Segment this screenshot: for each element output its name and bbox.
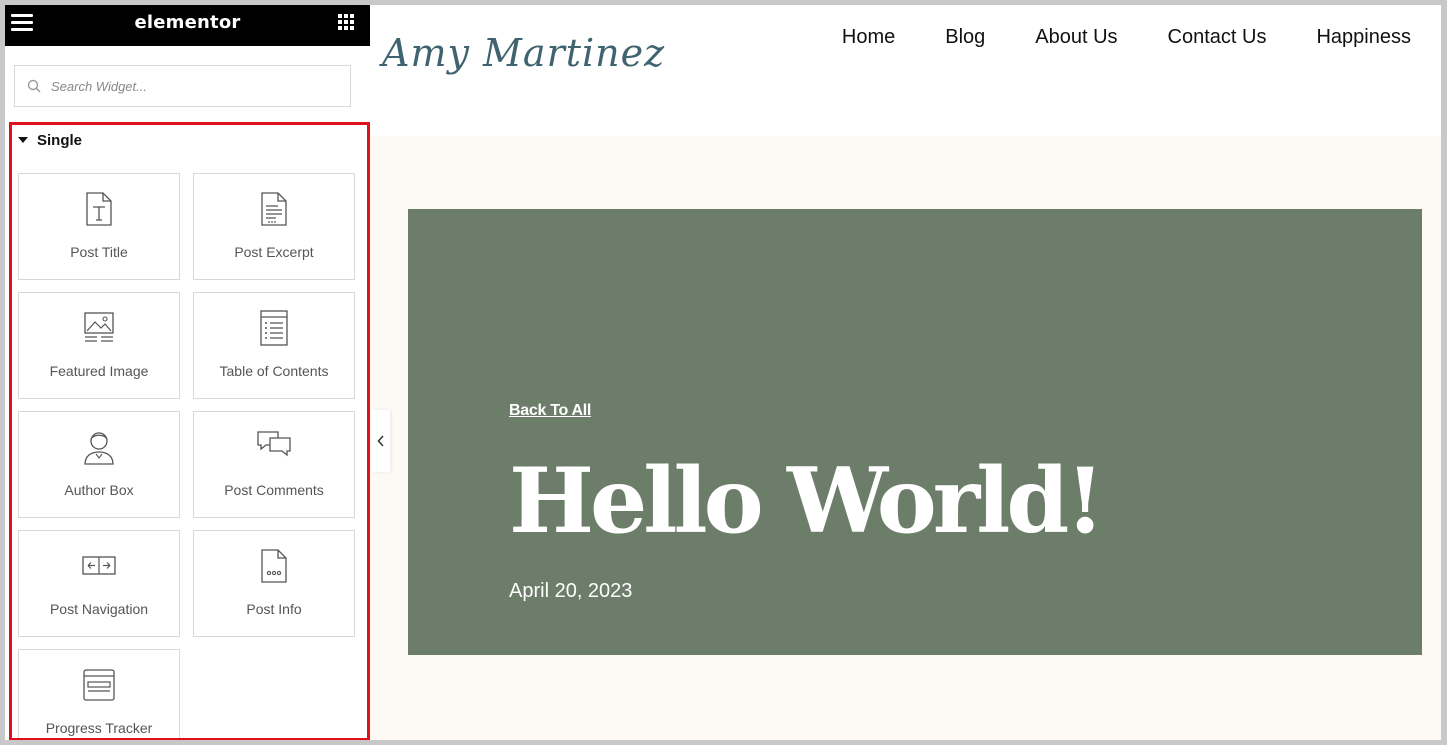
table-of-contents-icon bbox=[260, 310, 288, 346]
post-comments-icon bbox=[257, 431, 291, 457]
search-widget-input[interactable] bbox=[51, 78, 331, 94]
progress-tracker-icon bbox=[83, 669, 115, 701]
post-title-icon bbox=[86, 192, 112, 226]
elementor-logo: elementor bbox=[134, 12, 241, 33]
site-preview: Amy Martinez Home Blog About Us Contact … bbox=[370, 5, 1441, 740]
main-nav: Home Blog About Us Contact Us Happiness bbox=[792, 26, 1441, 49]
widget-post-excerpt[interactable]: Post Excerpt bbox=[193, 173, 355, 280]
widget-post-navigation[interactable]: Post Navigation bbox=[18, 530, 180, 637]
widget-post-comments[interactable]: Post Comments bbox=[193, 411, 355, 518]
nav-happiness[interactable]: Happiness bbox=[1316, 26, 1411, 49]
single-widgets-panel: Single Post Title Post Excerpt Featured … bbox=[9, 122, 370, 740]
caret-down-icon bbox=[18, 137, 28, 143]
featured-image-icon bbox=[84, 312, 114, 342]
author-box-icon bbox=[84, 432, 114, 465]
widget-author-box[interactable]: Author Box bbox=[18, 411, 180, 518]
back-to-all-link[interactable]: Back To All bbox=[509, 402, 591, 420]
elementor-panel: elementor Single Post Title Pos bbox=[5, 5, 370, 740]
screenshot-frame: elementor Single Post Title Pos bbox=[5, 5, 1441, 740]
widget-post-title[interactable]: Post Title bbox=[18, 173, 180, 280]
search-widget-box bbox=[14, 65, 351, 107]
category-label: Single bbox=[37, 131, 83, 149]
widget-label: Featured Image bbox=[49, 363, 149, 379]
widget-label: Post Comments bbox=[224, 482, 324, 498]
widget-table-of-contents[interactable]: Table of Contents bbox=[193, 292, 355, 399]
widget-label: Table of Contents bbox=[219, 363, 329, 379]
post-date: April 20, 2023 bbox=[509, 580, 633, 602]
panel-collapse-toggle[interactable] bbox=[371, 410, 390, 472]
site-brand-logo[interactable]: Amy Martinez bbox=[382, 31, 665, 75]
chevron-left-icon bbox=[376, 435, 384, 447]
category-single-toggle[interactable]: Single bbox=[12, 125, 367, 155]
post-info-icon bbox=[261, 549, 287, 583]
widget-featured-image[interactable]: Featured Image bbox=[18, 292, 180, 399]
widget-progress-tracker[interactable]: Progress Tracker bbox=[18, 649, 180, 738]
nav-contact-us[interactable]: Contact Us bbox=[1168, 26, 1267, 49]
post-navigation-icon bbox=[82, 556, 116, 575]
widget-label: Post Navigation bbox=[49, 601, 149, 617]
post-excerpt-icon bbox=[261, 192, 287, 226]
widget-label: Progress Tracker bbox=[45, 720, 153, 736]
site-header: Amy Martinez Home Blog About Us Contact … bbox=[370, 5, 1441, 136]
nav-home[interactable]: Home bbox=[842, 26, 895, 49]
nav-blog[interactable]: Blog bbox=[945, 26, 985, 49]
widget-label: Post Excerpt bbox=[234, 244, 314, 260]
widget-label: Post Title bbox=[70, 244, 128, 260]
panel-header: elementor bbox=[5, 5, 370, 46]
widget-label: Post Info bbox=[246, 601, 302, 617]
nav-about-us[interactable]: About Us bbox=[1035, 26, 1117, 49]
widgets-grid-icon[interactable] bbox=[338, 14, 354, 30]
search-icon bbox=[27, 79, 41, 93]
hero-section: Back To All Hello World! April 20, 2023 bbox=[408, 209, 1422, 655]
widget-post-info[interactable]: Post Info bbox=[193, 530, 355, 637]
widget-label: Author Box bbox=[64, 482, 134, 498]
post-title-heading: Hello World! bbox=[509, 448, 1105, 554]
